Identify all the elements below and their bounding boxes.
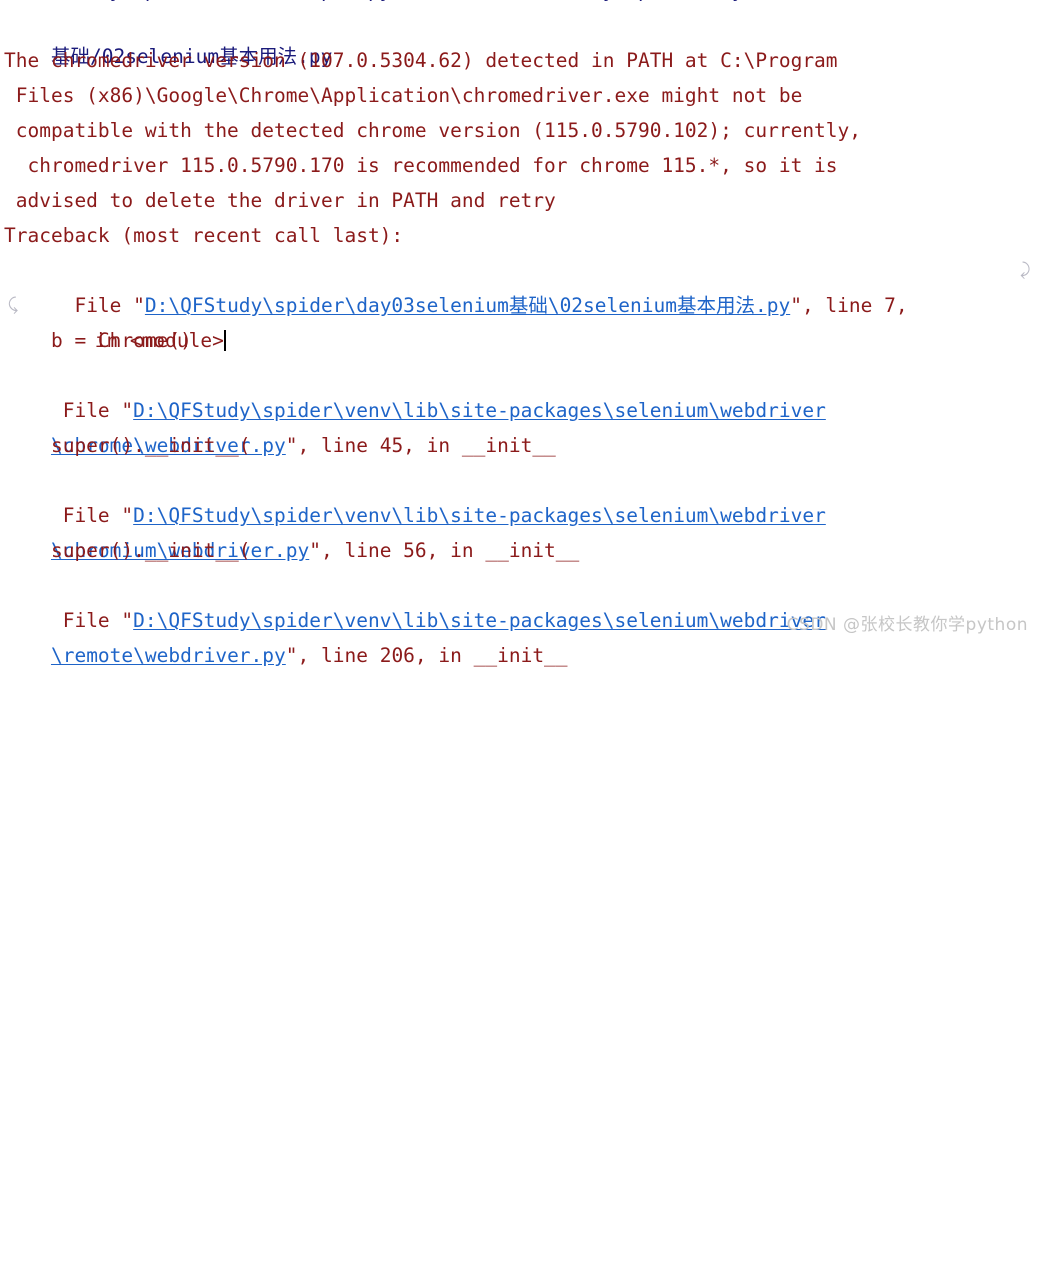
file-link-4b[interactable]: \remote\webdriver.py (51, 644, 286, 667)
traceback-frame-3-file-line-cont: \chromium\webdriver.py", line 56, in __i… (0, 498, 579, 562)
warning-line-1: The chromedriver version (107.0.5304.62)… (4, 49, 838, 72)
traceback-frame-1-wrapped-line: in <module> (32, 288, 226, 352)
console-output-panel[interactable]: D:\QFStudy\spider\venv\Scripts\python.ex… (0, 0, 1038, 667)
script-path-line: 基础/02selenium基本用法.py (0, 4, 332, 68)
file-link-1[interactable]: D:\QFStudy\spider\day03selenium基础\02sele… (145, 294, 790, 317)
traceback-frame-3-file-line: File "D:\QFStudy\spider\venv\lib\site-pa… (0, 463, 826, 527)
traceback-frame-3-code: super().__init__( (4, 539, 251, 562)
traceback-frame-2-code: super().__init__( (4, 434, 251, 457)
traceback-frame-1-file-line: File "D:\QFStudy\spider\day03selenium基础\… (0, 253, 907, 317)
traceback-frame-1-code: b = Chrome() (4, 329, 192, 352)
file-lineno-3: ", line 56, in __init__ (309, 539, 580, 562)
traceback-frame-2-file-line: File "D:\QFStudy\spider\venv\lib\site-pa… (0, 358, 826, 422)
warning-line-2: Files (x86)\Google\Chrome\Application\ch… (4, 84, 803, 107)
wrap-indicator-right-icon: ⤸ (1020, 260, 1031, 280)
traceback-frame-4-file-line: File "D:\QFStudy\spider\venv\lib\site-pa… (0, 568, 826, 632)
warning-line-5: advised to delete the driver in PATH and… (4, 189, 556, 212)
traceback-frame-4-file-line-cont: \remote\webdriver.py", line 206, in __in… (0, 603, 568, 667)
csdn-watermark: CSDN @张校长教你学python (786, 615, 1028, 635)
file-lineno-1: ", line 7, (790, 294, 908, 317)
text-caret (223, 330, 226, 351)
warning-line-3: compatible with the detected chrome vers… (4, 119, 862, 142)
file-lineno-4: ", line 206, in __init__ (285, 644, 568, 667)
file-lineno-2: ", line 45, in __init__ (285, 434, 556, 457)
warning-line-4: chromedriver 115.0.5790.170 is recommend… (4, 154, 838, 177)
traceback-header: Traceback (most recent call last): (4, 224, 404, 247)
traceback-frame-2-file-line-cont: \chrome\webdriver.py", line 45, in __ini… (0, 393, 556, 457)
